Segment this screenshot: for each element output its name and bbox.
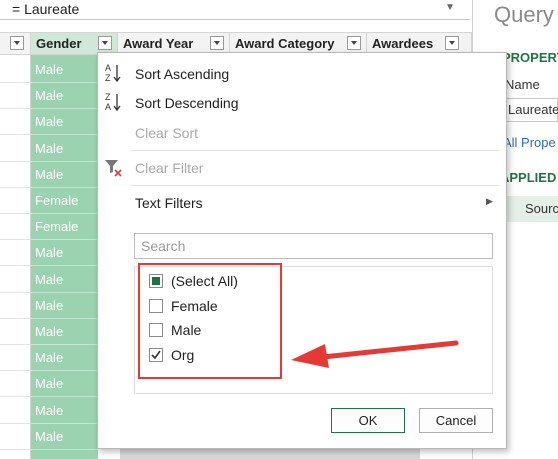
- filter-dropdown-icon[interactable]: [347, 36, 361, 50]
- gender-cell[interactable]: Male: [31, 109, 98, 135]
- gender-cell[interactable]: Male: [31, 398, 98, 424]
- applied-steps-heading: APPLIED: [500, 170, 557, 185]
- column-header-label: Awardees: [372, 36, 434, 51]
- column-header-label: Award Category: [235, 36, 335, 51]
- table-row[interactable]: [0, 424, 31, 450]
- table-row[interactable]: [0, 345, 31, 371]
- query-name-input[interactable]: Laureate: [503, 98, 558, 122]
- sort-ascending-icon: A Z: [104, 62, 124, 84]
- column-header-gender[interactable]: Gender: [31, 33, 118, 54]
- cancel-button[interactable]: Cancel: [419, 408, 493, 433]
- chevron-down-icon[interactable]: ▼: [440, 0, 460, 18]
- svg-text:Z: Z: [105, 73, 111, 83]
- gender-cell[interactable]: Male: [31, 371, 98, 397]
- formula-text: = Laureate: [12, 1, 80, 17]
- gender-cell[interactable]: Male: [31, 83, 98, 109]
- gender-cell[interactable]: Female: [31, 214, 98, 240]
- annotation-arrow-icon: [283, 330, 463, 370]
- table-row[interactable]: [0, 293, 31, 319]
- column-header-awardees[interactable]: Awardees: [367, 33, 472, 54]
- column-header-label: Gender: [36, 36, 82, 51]
- gender-cell[interactable]: Male: [31, 267, 98, 293]
- svg-text:A: A: [105, 102, 111, 112]
- filter-dropdown-icon[interactable]: [10, 36, 24, 50]
- table-row[interactable]: [0, 398, 31, 424]
- submenu-arrow-icon: ▶: [486, 196, 493, 206]
- text-filters-item[interactable]: Text Filters: [135, 195, 203, 211]
- clear-sort-item[interactable]: Clear Sort: [135, 125, 198, 141]
- formula-bar[interactable]: = Laureate ▼: [0, 0, 470, 20]
- gender-cell[interactable]: Male: [31, 345, 98, 371]
- gender-cell[interactable]: Male: [31, 162, 98, 188]
- table-row[interactable]: [0, 371, 31, 397]
- gender-cell[interactable]: Male: [31, 136, 98, 162]
- query-name-value: Laureate: [508, 102, 558, 117]
- clear-filter-item[interactable]: Clear Filter: [135, 160, 203, 176]
- filter-dropdown-icon[interactable]: [445, 36, 459, 50]
- name-label: Name: [505, 77, 540, 92]
- sort-descending-icon: Z A: [104, 91, 124, 113]
- gender-cell[interactable]: Male: [31, 424, 98, 450]
- table-row[interactable]: [0, 267, 31, 293]
- all-properties-link[interactable]: All Prope: [503, 135, 556, 150]
- filter-dropdown-icon[interactable]: [98, 36, 112, 50]
- search-input[interactable]: Search: [134, 233, 493, 259]
- applied-step-label: Sourc: [525, 201, 558, 216]
- table-row[interactable]: [0, 240, 31, 266]
- table-row[interactable]: [0, 109, 31, 135]
- svg-text:A: A: [105, 63, 111, 73]
- column-header-award-year[interactable]: Award Year: [118, 33, 230, 54]
- annotation-highlight-box: [138, 263, 282, 379]
- menu-separator: [130, 150, 500, 151]
- menu-separator: [130, 185, 500, 186]
- applied-step-source[interactable]: Sourc: [503, 196, 558, 222]
- table-row[interactable]: [0, 57, 31, 83]
- svg-text:Z: Z: [105, 92, 111, 102]
- gender-cell[interactable]: Male: [31, 319, 98, 345]
- column-header-award-category[interactable]: Award Category: [230, 33, 367, 54]
- filter-dropdown-icon[interactable]: [210, 36, 224, 50]
- column-header-index[interactable]: [0, 33, 31, 54]
- gender-cell[interactable]: Male: [31, 240, 98, 266]
- sort-descending-item[interactable]: Sort Descending: [135, 95, 239, 111]
- table-row[interactable]: [0, 319, 31, 345]
- column-header-label: Award Year: [123, 36, 194, 51]
- table-row[interactable]: [0, 188, 31, 214]
- table-row[interactable]: [0, 214, 31, 240]
- search-placeholder: Search: [141, 238, 186, 254]
- gender-cell[interactable]: Male: [31, 57, 98, 83]
- clear-filter-icon: [104, 158, 124, 178]
- ok-button[interactable]: OK: [331, 408, 405, 433]
- pane-title: Query: [494, 2, 554, 27]
- table-row[interactable]: [0, 136, 31, 162]
- properties-heading: PROPERT: [502, 50, 558, 65]
- table-row[interactable]: [0, 162, 31, 188]
- gender-cell[interactable]: Female: [31, 188, 98, 214]
- gender-cell[interactable]: Male: [31, 293, 98, 319]
- sort-ascending-item[interactable]: Sort Ascending: [135, 66, 229, 82]
- table-row[interactable]: [0, 83, 31, 109]
